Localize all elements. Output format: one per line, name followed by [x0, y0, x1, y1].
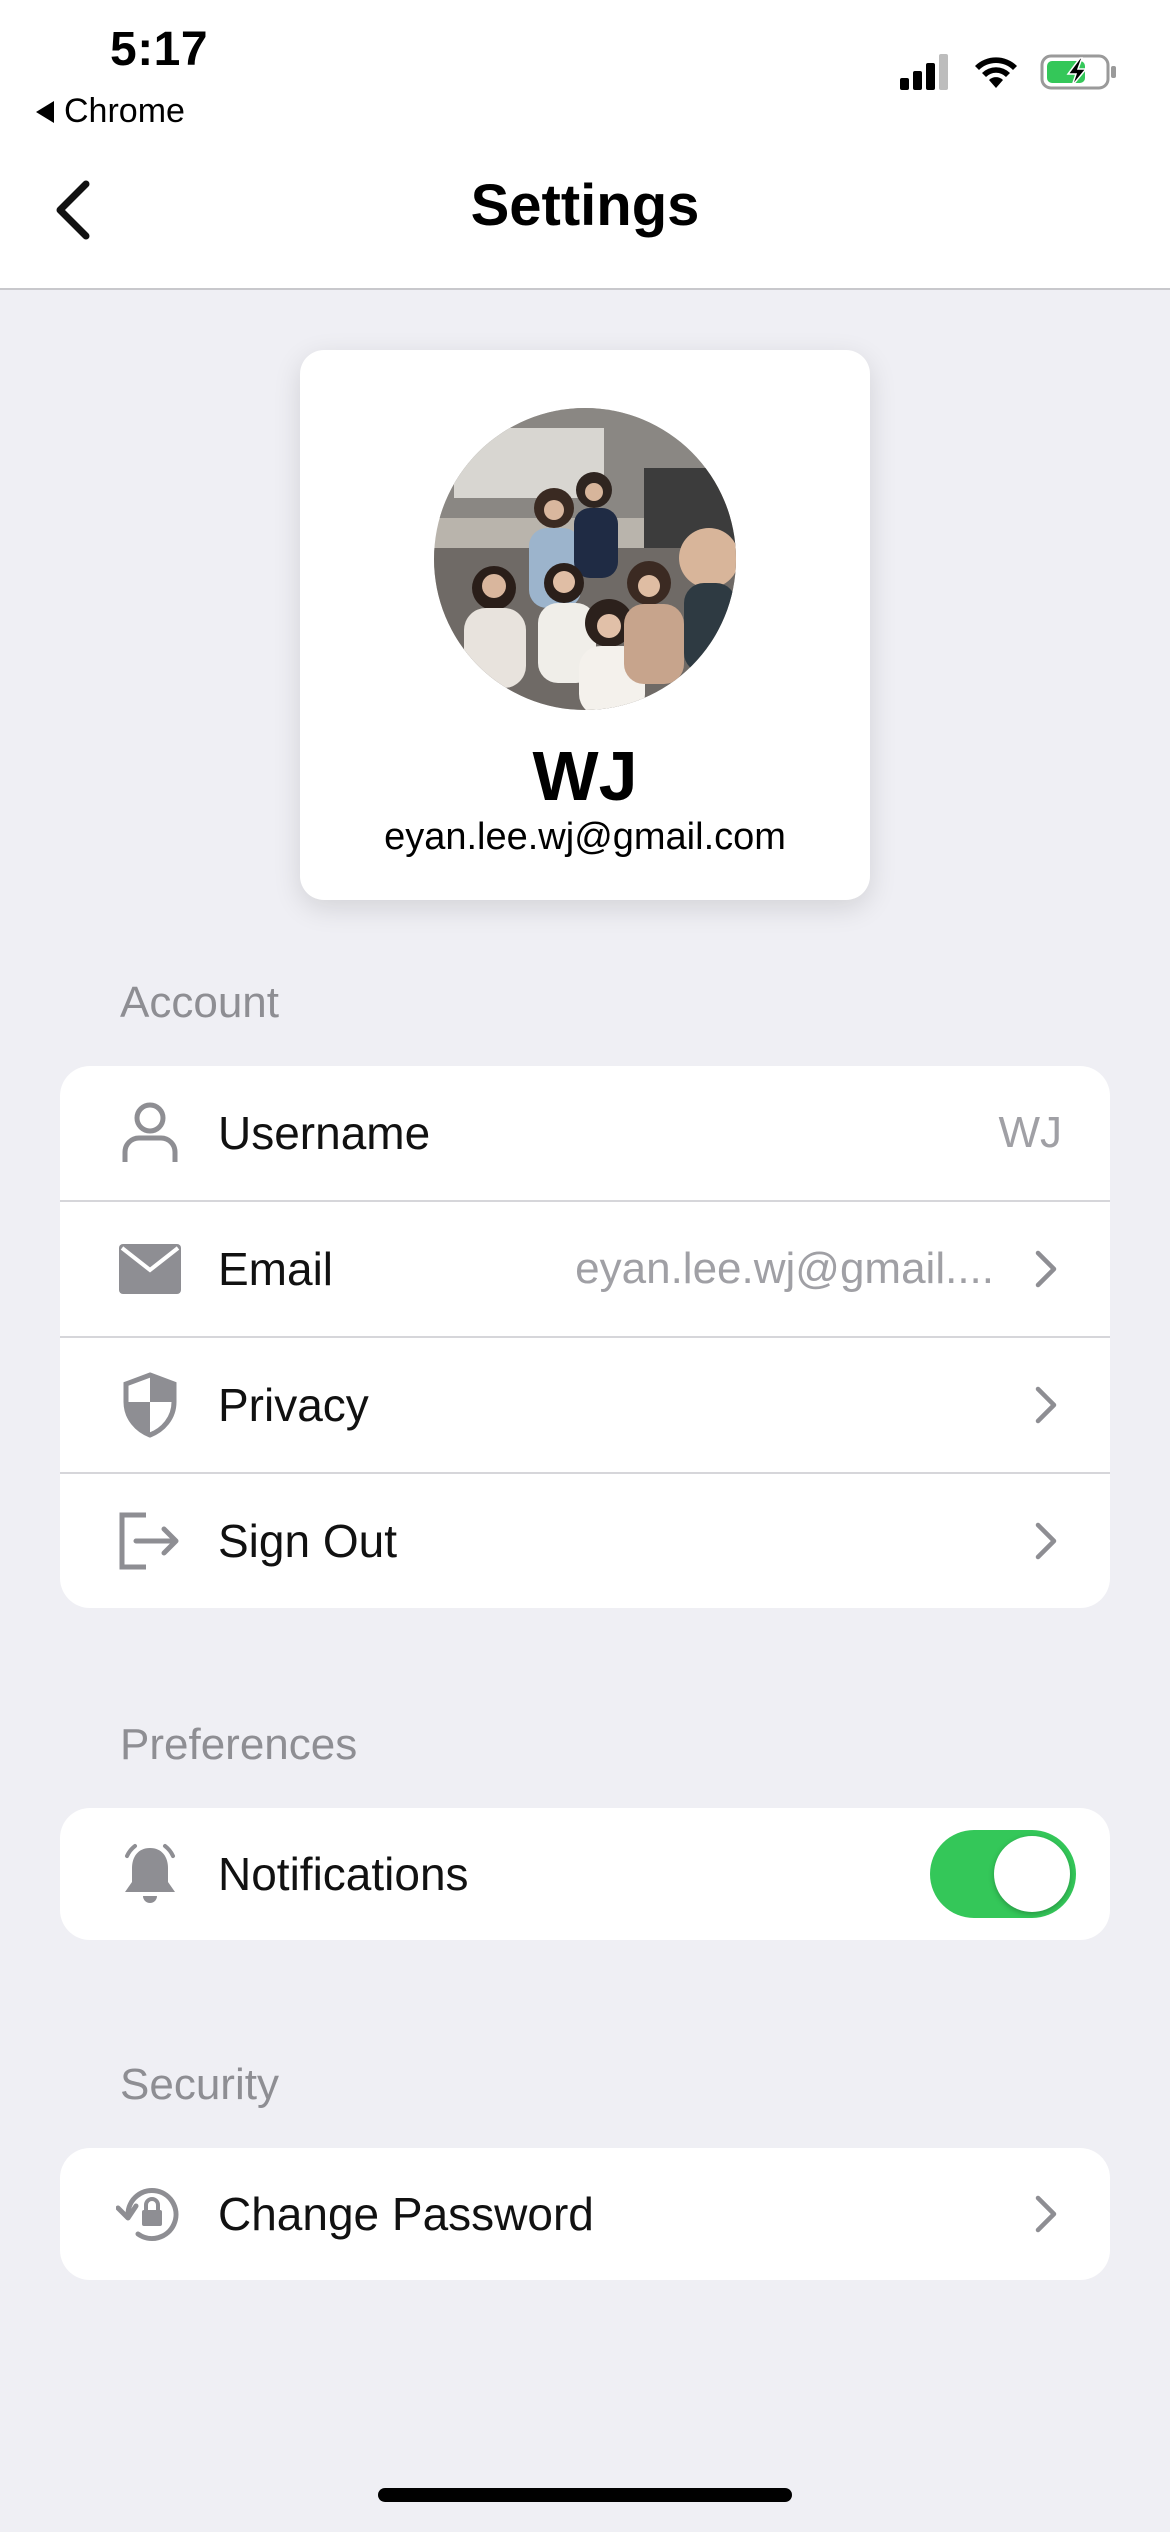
status-time: 5:17 — [110, 23, 209, 76]
sign-out-icon — [112, 1503, 188, 1579]
row-label-username: Username — [218, 1107, 431, 1159]
row-label-notifications: Notifications — [218, 1848, 469, 1900]
back-app-label: Chrome — [64, 92, 185, 130]
avatar[interactable] — [434, 408, 736, 710]
mail-icon — [112, 1231, 188, 1307]
row-label-sign-out: Sign Out — [218, 1515, 397, 1567]
back-to-app-link[interactable]: Chrome — [36, 92, 185, 131]
wifi-icon — [975, 57, 1017, 88]
row-change-password[interactable]: Change Password — [60, 2148, 1110, 2280]
row-label-privacy: Privacy — [218, 1379, 369, 1431]
chevron-right-icon — [1035, 2195, 1057, 2233]
toggle-knob — [994, 1836, 1070, 1912]
row-sign-out[interactable]: Sign Out — [60, 1474, 1110, 1608]
account-group: Username WJ Email eyan.lee.wj@gmail.... … — [60, 1066, 1110, 1608]
preferences-group: Notifications — [60, 1808, 1110, 1940]
page-title: Settings — [470, 173, 700, 238]
chevron-right-icon — [1035, 1250, 1057, 1288]
row-notifications: Notifications — [60, 1808, 1110, 1940]
username-value: WJ — [998, 1108, 1062, 1157]
row-label-change-password: Change Password — [218, 2188, 594, 2240]
profile-email: eyan.lee.wj@gmail.com — [384, 816, 786, 858]
email-value: eyan.lee.wj@gmail.... — [575, 1244, 994, 1293]
lock-reset-icon — [112, 2176, 188, 2252]
profile-name: WJ — [532, 737, 638, 815]
cellular-signal-icon — [900, 54, 948, 90]
chevron-right-icon — [1035, 1386, 1057, 1424]
row-username[interactable]: Username WJ — [60, 1066, 1110, 1202]
section-label-security: Security — [120, 2060, 279, 2109]
section-label-preferences: Preferences — [120, 1720, 358, 1769]
row-email[interactable]: Email eyan.lee.wj@gmail.... — [60, 1202, 1110, 1338]
chevron-right-icon — [1035, 1522, 1057, 1560]
back-triangle-icon — [36, 100, 54, 123]
battery-charging-icon — [1040, 54, 1116, 90]
row-privacy[interactable]: Privacy — [60, 1338, 1110, 1474]
notifications-toggle[interactable] — [930, 1830, 1076, 1918]
avatar-photo — [434, 408, 736, 710]
top-bar: 5:17 Chrome Settings — [0, 0, 1170, 290]
profile-card: WJ eyan.lee.wj@gmail.com — [300, 350, 870, 900]
section-label-account: Account — [120, 978, 279, 1027]
status-icons — [900, 52, 1118, 92]
shield-icon — [112, 1367, 188, 1443]
home-indicator[interactable] — [378, 2488, 792, 2502]
row-label-email: Email — [218, 1243, 334, 1295]
person-icon — [112, 1095, 188, 1171]
security-group: Change Password — [60, 2148, 1110, 2280]
bell-icon — [112, 1836, 188, 1912]
